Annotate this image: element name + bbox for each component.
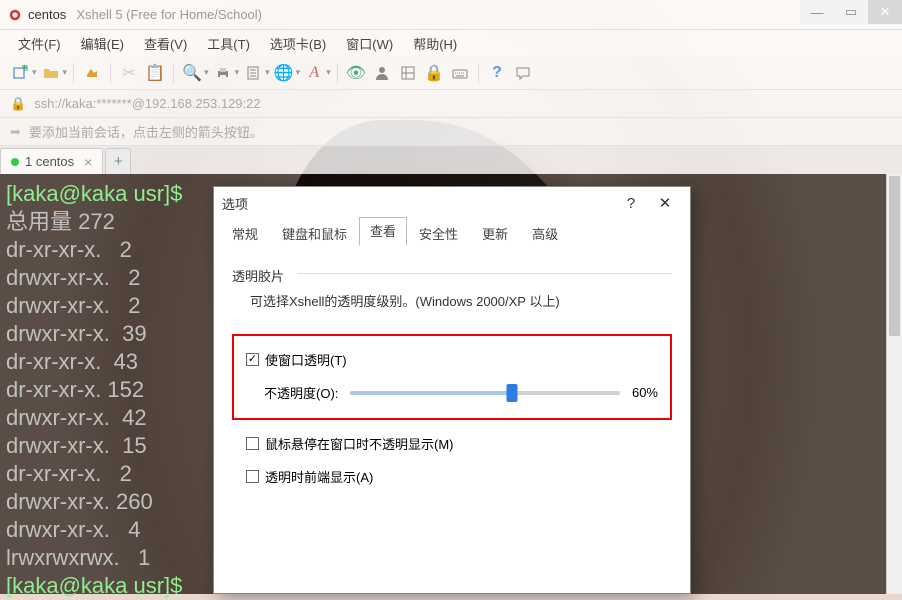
app-title: centos	[28, 7, 66, 22]
keyboard-icon[interactable]	[448, 61, 472, 85]
enable-transparent-label: 使窗口透明(T)	[265, 350, 347, 369]
toolbar: ▾ ▾ ✂ 📋 🔍▾ ▾ ▾ 🌐▾ A▾ 👁 🔒 ?	[0, 56, 902, 90]
address-bar: 🔒 ssh://kaka:*******@192.168.253.129:22	[0, 90, 902, 118]
info-bar: ➦ 要添加当前会话，点击左侧的箭头按钮。	[0, 118, 902, 146]
new-session-icon[interactable]	[8, 61, 32, 85]
mouse-hover-row[interactable]: 鼠标悬停在窗口时不透明显示(M)	[246, 434, 658, 453]
dropdown-icon[interactable]: ▾	[265, 67, 270, 78]
tab-close-icon[interactable]: ×	[84, 154, 92, 170]
opacity-label: 不透明度(O):	[264, 383, 338, 402]
slider-thumb-icon[interactable]	[507, 384, 518, 402]
expand-icon[interactable]	[396, 61, 420, 85]
menubar: 文件(F) 编辑(E) 查看(V) 工具(T) 选项卡(B) 窗口(W) 帮助(…	[0, 30, 902, 56]
dropdown-icon[interactable]: ▾	[235, 67, 240, 78]
lock-icon[interactable]: 🔒	[422, 61, 446, 85]
paste-icon[interactable]: 📋	[143, 61, 167, 85]
info-text: 要添加当前会话，点击左侧的箭头按钮。	[29, 122, 263, 141]
dropdown-icon[interactable]: ▾	[32, 67, 37, 78]
status-dot-icon	[11, 158, 19, 166]
dialog-titlebar: 选项 ? ✕	[214, 187, 690, 219]
menu-help[interactable]: 帮助(H)	[405, 32, 465, 55]
highlighted-options-box: ✓ 使窗口透明(T) 不透明度(O): 60%	[232, 334, 672, 420]
lock-icon: 🔒	[10, 96, 26, 112]
properties-icon[interactable]	[241, 61, 265, 85]
pin-icon[interactable]: ➦	[10, 124, 21, 140]
maximize-button[interactable]: ▭	[834, 0, 868, 24]
globe-icon[interactable]: 🌐	[272, 61, 296, 85]
menu-tools[interactable]: 工具(T)	[199, 32, 258, 55]
new-tab-button[interactable]: +	[105, 148, 131, 174]
dropdown-icon[interactable]: ▾	[296, 67, 301, 78]
vertical-scrollbar[interactable]	[886, 174, 902, 594]
app-subtitle: Xshell 5 (Free for Home/School)	[76, 7, 262, 22]
checkbox-unchecked-icon[interactable]	[246, 470, 259, 483]
open-session-icon[interactable]	[39, 61, 63, 85]
dialog-tabs: 常规 键盘和鼠标 查看 安全性 更新 高级	[214, 219, 690, 248]
menu-file[interactable]: 文件(F)	[10, 32, 69, 55]
section-heading-transparency: 透明胶片	[232, 266, 284, 285]
dropdown-icon[interactable]: ▾	[63, 67, 68, 78]
address-text[interactable]: ssh://kaka:*******@192.168.253.129:22	[34, 96, 260, 111]
chat-icon[interactable]	[511, 61, 535, 85]
menu-tabs[interactable]: 选项卡(B)	[262, 32, 334, 55]
transparency-desc: 可选择Xshell的透明度级别。(Windows 2000/XP 以上)	[232, 291, 672, 310]
front-display-row[interactable]: 透明时前端显示(A)	[246, 467, 658, 486]
options-dialog: 选项 ? ✕ 常规 键盘和鼠标 查看 安全性 更新 高级 透明胶片 可选择Xsh…	[213, 186, 691, 594]
checkbox-unchecked-icon[interactable]	[246, 437, 259, 450]
window-titlebar: centos Xshell 5 (Free for Home/School) —…	[0, 0, 902, 30]
tab-keyboard-mouse[interactable]: 键盘和鼠标	[270, 219, 359, 248]
tab-label: 1 centos	[25, 154, 74, 169]
dialog-help-button[interactable]: ?	[614, 191, 648, 215]
opacity-value: 60%	[632, 385, 658, 400]
eye-icon[interactable]: 👁	[344, 61, 368, 85]
menu-view[interactable]: 查看(V)	[136, 32, 195, 55]
print-icon[interactable]	[211, 61, 235, 85]
help-icon[interactable]: ?	[485, 61, 509, 85]
menu-edit[interactable]: 编辑(E)	[73, 32, 132, 55]
tab-view[interactable]: 查看	[359, 217, 407, 246]
tab-update[interactable]: 更新	[470, 219, 520, 248]
tab-advanced[interactable]: 高级	[520, 219, 570, 248]
dialog-title: 选项	[222, 194, 248, 213]
opacity-slider[interactable]	[350, 391, 620, 395]
enable-transparent-row[interactable]: ✓ 使窗口透明(T)	[246, 350, 658, 369]
front-display-label: 透明时前端显示(A)	[265, 467, 373, 486]
session-tab[interactable]: 1 centos ×	[0, 148, 103, 174]
checkbox-checked-icon[interactable]: ✓	[246, 353, 259, 366]
dialog-close-button[interactable]: ✕	[648, 191, 682, 215]
tab-general[interactable]: 常规	[220, 219, 270, 248]
tab-security[interactable]: 安全性	[407, 219, 470, 248]
find-icon[interactable]: 🔍	[180, 61, 204, 85]
copy-icon[interactable]: ✂	[117, 61, 141, 85]
reconnect-icon[interactable]	[80, 61, 104, 85]
dropdown-icon[interactable]: ▾	[326, 67, 331, 78]
menu-window[interactable]: 窗口(W)	[338, 32, 401, 55]
font-icon[interactable]: A	[302, 61, 326, 85]
dropdown-icon[interactable]: ▾	[204, 67, 209, 78]
app-logo-icon	[8, 8, 22, 22]
minimize-button[interactable]: —	[800, 0, 834, 24]
mouse-hover-label: 鼠标悬停在窗口时不透明显示(M)	[265, 434, 454, 453]
close-button[interactable]: ✕	[868, 0, 902, 24]
user-icon[interactable]	[370, 61, 394, 85]
tab-strip: 1 centos × +	[0, 146, 902, 174]
